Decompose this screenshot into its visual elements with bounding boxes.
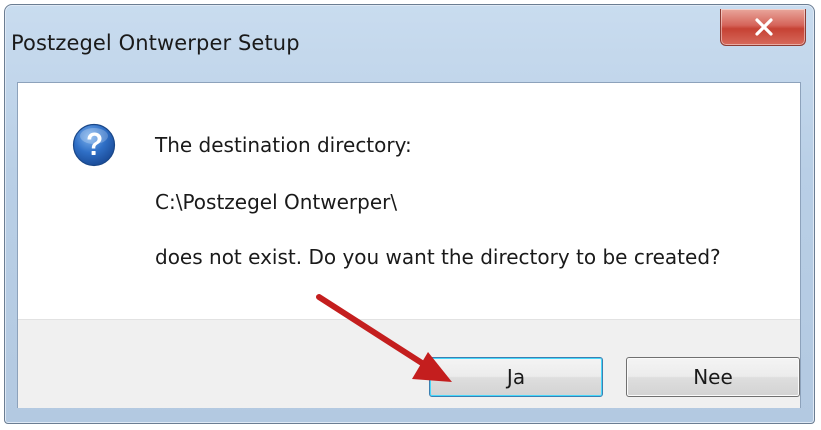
question-icon	[72, 123, 116, 167]
close-button[interactable]	[720, 9, 806, 46]
setup-dialog: Postzegel Ontwerper Setup The destinatio…	[4, 4, 815, 424]
dialog-content: The destination directory: C:\Postzegel …	[17, 82, 801, 408]
message-line-3: does not exist. Do you want the director…	[155, 245, 721, 269]
close-icon	[755, 18, 773, 36]
directory-path: C:\Postzegel Ontwerper\	[155, 190, 398, 214]
no-button[interactable]: Nee	[626, 357, 800, 397]
yes-button[interactable]: Ja	[429, 357, 603, 397]
window-title: Postzegel Ontwerper Setup	[11, 31, 300, 55]
message-line-1: The destination directory:	[155, 133, 412, 157]
button-bar: Ja Nee	[18, 319, 800, 408]
